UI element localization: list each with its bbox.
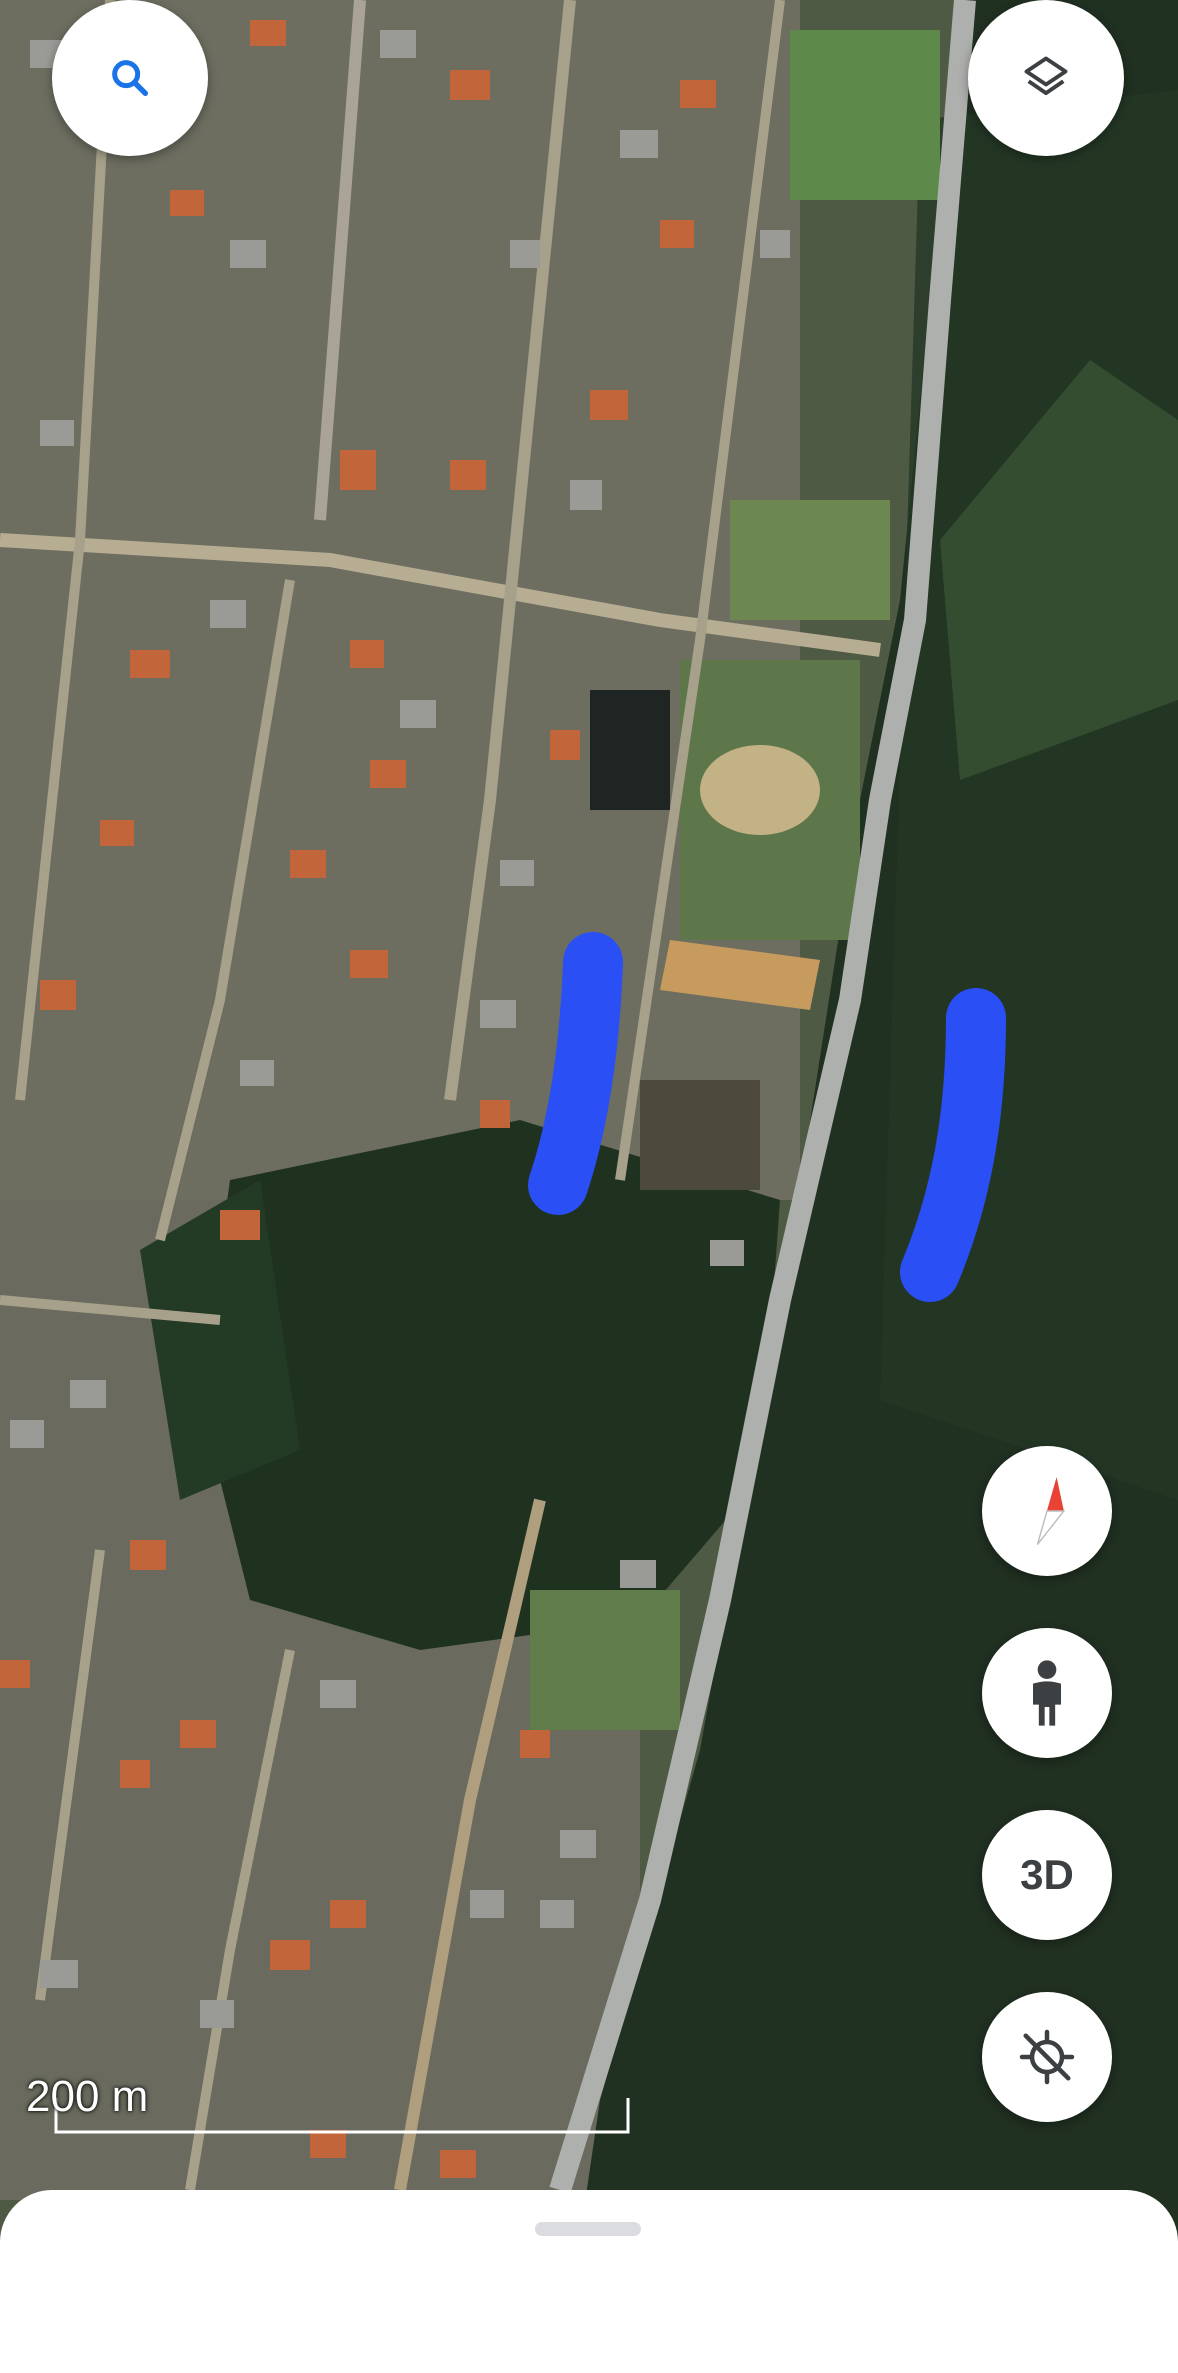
3d-view-button[interactable]: 3D xyxy=(982,1810,1112,1940)
layers-icon xyxy=(1024,56,1068,96)
drag-handle[interactable] xyxy=(535,2222,641,2236)
search-button[interactable] xyxy=(52,0,208,156)
bottom-sheet[interactable] xyxy=(0,2190,1178,2373)
compass-icon xyxy=(1036,1477,1066,1546)
location-off-icon xyxy=(1019,2029,1075,2085)
my-location-button[interactable] xyxy=(982,1992,1112,2122)
compass-button[interactable] xyxy=(982,1446,1112,1576)
street-view-button[interactable] xyxy=(982,1628,1112,1758)
pegman-icon xyxy=(1033,1660,1061,1726)
search-icon xyxy=(112,60,149,97)
scale-label: 200 m xyxy=(26,2072,149,2121)
highlight-stroke-left xyxy=(528,932,623,1215)
layers-button[interactable] xyxy=(968,0,1124,156)
3d-label: 3D xyxy=(1020,1851,1074,1898)
